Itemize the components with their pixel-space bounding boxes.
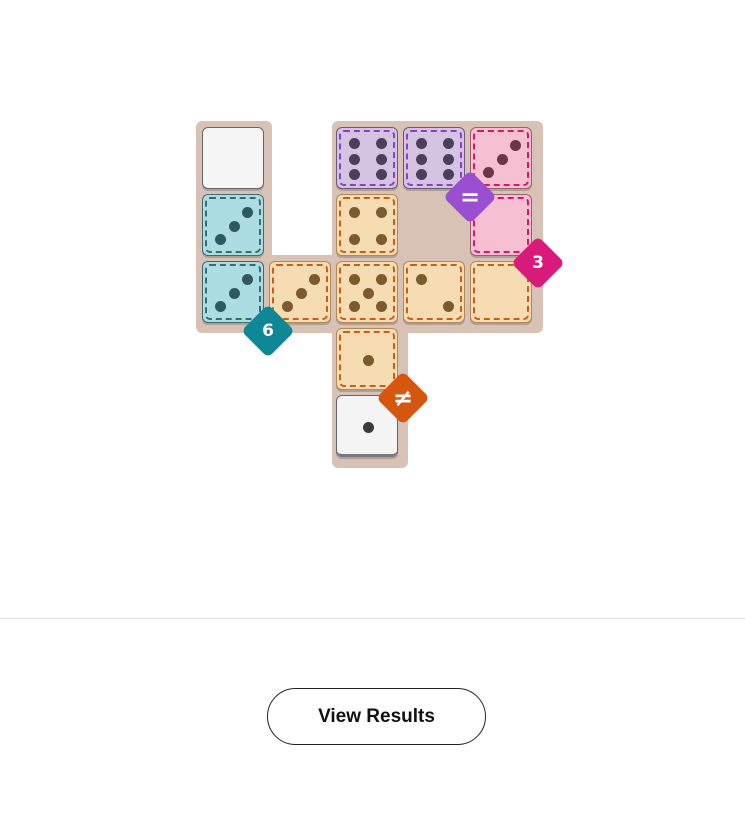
pip (376, 153, 388, 165)
board-cell[interactable] (336, 261, 398, 323)
pip (214, 301, 226, 313)
board-cell[interactable] (403, 261, 465, 323)
pip (348, 273, 360, 285)
board-cell[interactable] (336, 127, 398, 189)
pip (228, 220, 240, 232)
pip (415, 169, 427, 180)
pip (415, 153, 427, 165)
pip (228, 287, 240, 299)
pip (348, 153, 360, 165)
pip (242, 273, 254, 285)
pip (362, 354, 374, 366)
pip (309, 273, 321, 285)
pip (376, 206, 388, 218)
pip (362, 287, 374, 299)
pip (415, 273, 427, 285)
pip (415, 138, 427, 149)
section-divider (0, 618, 745, 619)
pip (348, 234, 360, 246)
board-cell[interactable] (336, 194, 398, 256)
pip (510, 139, 522, 151)
pip (348, 301, 360, 313)
pip (362, 421, 374, 433)
pip (214, 234, 226, 246)
pink-constraint-label: 3 (532, 253, 544, 273)
pip (242, 206, 254, 218)
pip (376, 273, 388, 285)
pip (348, 169, 360, 180)
puzzle-board: 6 = 3 ≠ (0, 0, 745, 560)
orange-constraint-label: ≠ (392, 384, 414, 412)
region-outline (339, 197, 395, 253)
pip (496, 153, 508, 165)
purple-constraint-label: = (459, 183, 481, 211)
board-cell[interactable] (202, 194, 264, 256)
region-outline (406, 264, 462, 320)
pip (348, 206, 360, 218)
view-results-button[interactable]: View Results (267, 688, 486, 745)
pip (443, 153, 455, 165)
teal-constraint-label: 6 (262, 321, 274, 341)
pip (348, 138, 360, 149)
pip (295, 287, 307, 299)
board-cell[interactable] (202, 127, 264, 189)
